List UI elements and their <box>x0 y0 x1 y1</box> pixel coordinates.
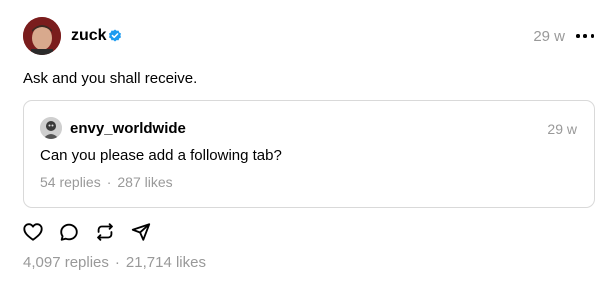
quoted-timestamp: 29 w <box>547 121 577 137</box>
post-text: Ask and you shall receive. <box>23 70 198 87</box>
quoted-likes-count[interactable]: 287 likes <box>117 173 172 191</box>
replies-count[interactable]: 4,097 replies <box>23 253 109 273</box>
author-avatar[interactable] <box>23 17 61 55</box>
likes-count[interactable]: 21,714 likes <box>126 253 206 273</box>
post-stats: 4,097 replies · 21,714 likes <box>23 253 206 273</box>
author-username[interactable]: zuck <box>71 26 107 46</box>
quoted-post-stats: 54 replies · 287 likes <box>40 173 173 191</box>
post-timestamp: 29 w <box>533 28 565 45</box>
quoted-replies-count[interactable]: 54 replies <box>40 173 101 191</box>
verified-badge-icon <box>108 29 122 43</box>
heart-icon[interactable] <box>22 221 44 243</box>
more-options-icon[interactable] <box>576 27 594 45</box>
repost-icon[interactable] <box>94 221 116 243</box>
quoted-author-avatar[interactable] <box>40 117 62 139</box>
action-bar <box>22 220 152 244</box>
stats-separator: · <box>106 174 112 190</box>
quoted-author-username[interactable]: envy_worldwide <box>70 119 186 139</box>
stats-separator: · <box>114 254 120 271</box>
comment-icon[interactable] <box>58 221 80 243</box>
quoted-post[interactable]: envy_worldwide 29 w Can you please add a… <box>23 100 595 208</box>
quoted-post-text: Can you please add a following tab? <box>40 147 282 164</box>
send-icon[interactable] <box>130 221 152 243</box>
